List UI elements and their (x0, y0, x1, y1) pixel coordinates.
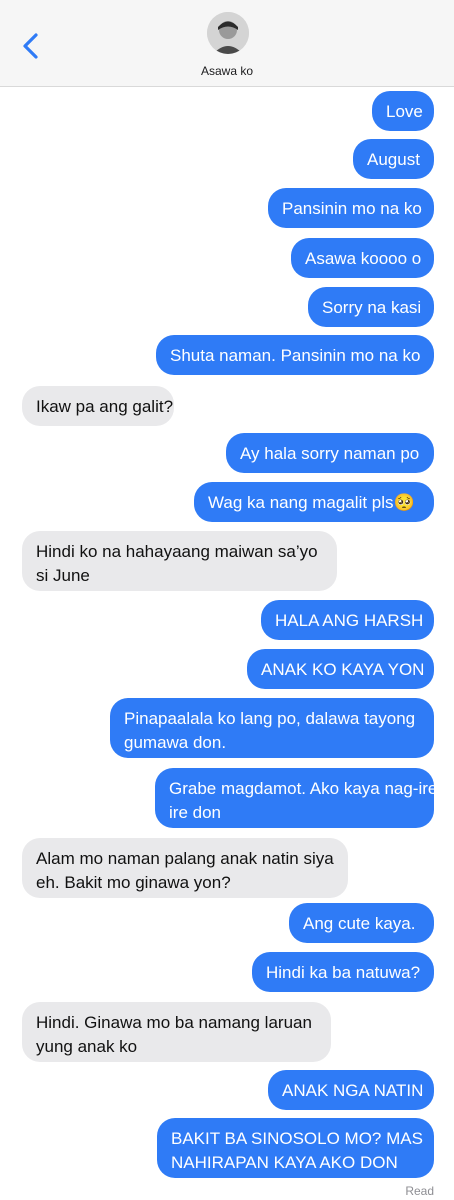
message-text: Grabe magdamot. Ako kaya nag-ire (169, 779, 438, 798)
message-text: Alam mo naman palang anak natin siya (36, 849, 334, 868)
message-text: ire don (169, 803, 221, 822)
sent-message-bubble[interactable]: ANAK NGA NATIN (268, 1070, 434, 1110)
message-text: ANAK KO KAYA YON (261, 660, 425, 679)
read-receipt: Read (405, 1184, 434, 1198)
message-thread[interactable]: Love August Pansinin mo na ko Asawa koooo o… (0, 0, 454, 1200)
message-text: si June (36, 566, 90, 585)
message-text: HALA ANG HARSH (275, 611, 424, 630)
message-text: Wag ka nang magalit pls🥺 (208, 493, 415, 512)
message-text: August (367, 150, 420, 169)
message-text: Hindi ko na hahayaang maiwan sa’yo (36, 542, 318, 561)
sent-message-bubble[interactable]: Love (372, 91, 434, 131)
sent-message-bubble[interactable]: Pansinin mo na ko (268, 188, 434, 228)
message-text: gumawa don. (124, 733, 227, 752)
message-text: yung anak ko (36, 1037, 138, 1056)
sent-message-bubble[interactable]: Sorry na kasi (308, 287, 434, 327)
message-text: eh. Bakit mo ginawa yon? (36, 873, 231, 892)
message-text: Hindi. Ginawa mo ba namang laruan (36, 1013, 312, 1032)
message-text: Hindi ka ba natuwa? (266, 963, 421, 982)
sent-message-bubble[interactable]: Asawa koooo o (291, 238, 434, 278)
sent-message-bubble[interactable]: HALA ANG HARSH (261, 600, 434, 640)
received-message-bubble[interactable]: Hindi. Ginawa mo ba namang laruan yung an… (22, 1002, 331, 1062)
sent-message-bubble[interactable]: Ang cute kaya. (289, 903, 434, 943)
message-text: Shuta naman. Pansinin mo na ko (170, 346, 421, 365)
message-text: ANAK NGA NATIN (282, 1081, 424, 1100)
message-text: NAHIRAPAN KAYA AKO DON (171, 1153, 398, 1172)
sent-message-bubble[interactable]: Ay hala sorry naman po (226, 433, 434, 473)
received-message-bubble[interactable]: Alam mo naman palang anak natin siya eh. … (22, 838, 348, 898)
sent-message-bubble[interactable]: ANAK KO KAYA YON (247, 649, 434, 689)
sent-message-bubble[interactable]: BAKIT BA SINOSOLO MO? MAS NAHIRAPAN KAYA … (157, 1118, 434, 1178)
sent-message-bubble[interactable]: August (353, 139, 434, 179)
sent-message-bubble[interactable]: Grabe magdamot. Ako kaya nag-ire ire don (155, 768, 438, 828)
sent-message-bubble[interactable]: Hindi ka ba natuwa? (252, 952, 434, 992)
sent-message-bubble[interactable]: Shuta naman. Pansinin mo na ko (156, 335, 434, 375)
message-text: Pinapaalala ko lang po, dalawa tayong (124, 709, 416, 728)
message-text: Ikaw pa ang galit? (36, 397, 174, 416)
message-text: Sorry na kasi (322, 298, 422, 317)
message-text: Love (386, 102, 423, 121)
sent-message-bubble[interactable]: Pinapaalala ko lang po, dalawa tayong gum… (110, 698, 434, 758)
sent-message-bubble[interactable]: Wag ka nang magalit pls🥺 (194, 482, 434, 522)
message-text: Ang cute kaya. (303, 914, 416, 933)
message-text: Asawa koooo o (305, 249, 422, 268)
received-message-bubble[interactable]: Ikaw pa ang galit? (22, 386, 174, 426)
message-text: BAKIT BA SINOSOLO MO? MAS (171, 1129, 423, 1148)
received-message-bubble[interactable]: Hindi ko na hahayaang maiwan sa’yo si Jun… (22, 531, 337, 591)
message-text: Ay hala sorry naman po (240, 444, 420, 463)
message-text: Pansinin mo na ko (282, 199, 422, 218)
